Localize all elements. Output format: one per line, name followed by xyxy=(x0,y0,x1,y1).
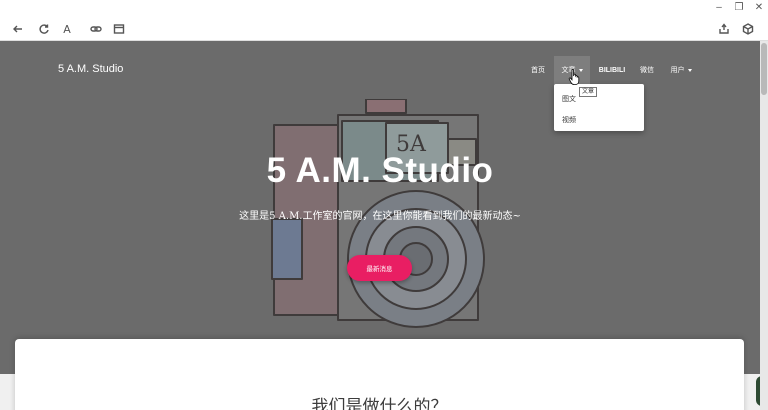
web-page: 5A 5 A.M. Studio 首页 文章 BILIBILI 微信 用户 5 … xyxy=(0,41,768,410)
font-icon: A xyxy=(63,22,71,36)
arrow-left-icon xyxy=(13,25,22,33)
minimize-button[interactable]: – xyxy=(708,0,730,16)
camera-illustration: 5A xyxy=(271,99,485,328)
share-button[interactable] xyxy=(715,20,733,38)
articles-dropdown: 图文 视频 xyxy=(554,84,644,131)
hero-title: 5 A.M. Studio xyxy=(266,151,494,190)
tabs-button[interactable] xyxy=(110,20,128,38)
browser-toolbar: A xyxy=(0,16,768,41)
dropdown-item-graphic[interactable]: 图文 xyxy=(562,94,576,104)
content-card: 我们是做什么的？ xyxy=(15,339,744,410)
section-title: 我们是做什么的？ xyxy=(311,397,448,410)
link-button[interactable] xyxy=(87,20,105,38)
back-button[interactable] xyxy=(9,20,27,38)
hand-cursor-icon xyxy=(568,69,580,85)
latest-news-button[interactable]: 最新消息 xyxy=(347,255,412,281)
link-icon xyxy=(90,26,102,32)
cube-icon xyxy=(742,23,754,35)
scrollbar-thumb[interactable] xyxy=(761,43,767,95)
close-button[interactable]: ✕ xyxy=(748,0,768,16)
nav-wechat[interactable]: 微信 xyxy=(636,56,658,84)
tooltip: 文章 xyxy=(579,87,598,97)
reload-icon xyxy=(39,24,49,34)
nav-user[interactable]: 用户 xyxy=(666,56,696,84)
caret-down-icon xyxy=(687,68,692,72)
window-titlebar: – ❐ ✕ xyxy=(0,0,768,16)
window-icon xyxy=(113,24,125,34)
extension-button[interactable] xyxy=(739,20,757,38)
site-brand[interactable]: 5 A.M. Studio xyxy=(58,63,123,75)
hero-subtitle: 这里是5 A.M.工作室的官网，在这里你能看到我们的最新动态~ xyxy=(239,211,521,222)
dropdown-item-video[interactable]: 视频 xyxy=(562,115,576,125)
reader-mode-button[interactable]: A xyxy=(58,20,76,38)
vertical-scrollbar[interactable] xyxy=(760,41,768,410)
restore-button[interactable]: ❐ xyxy=(728,0,750,16)
reload-button[interactable] xyxy=(35,20,53,38)
nav-home[interactable]: 首页 xyxy=(526,56,550,84)
hero-section: 5A 5 A.M. Studio 首页 文章 BILIBILI 微信 用户 5 … xyxy=(0,41,760,374)
nav-bilibili[interactable]: BILIBILI xyxy=(596,56,628,84)
share-icon xyxy=(719,23,729,34)
nav-user-label: 用户 xyxy=(670,66,685,74)
